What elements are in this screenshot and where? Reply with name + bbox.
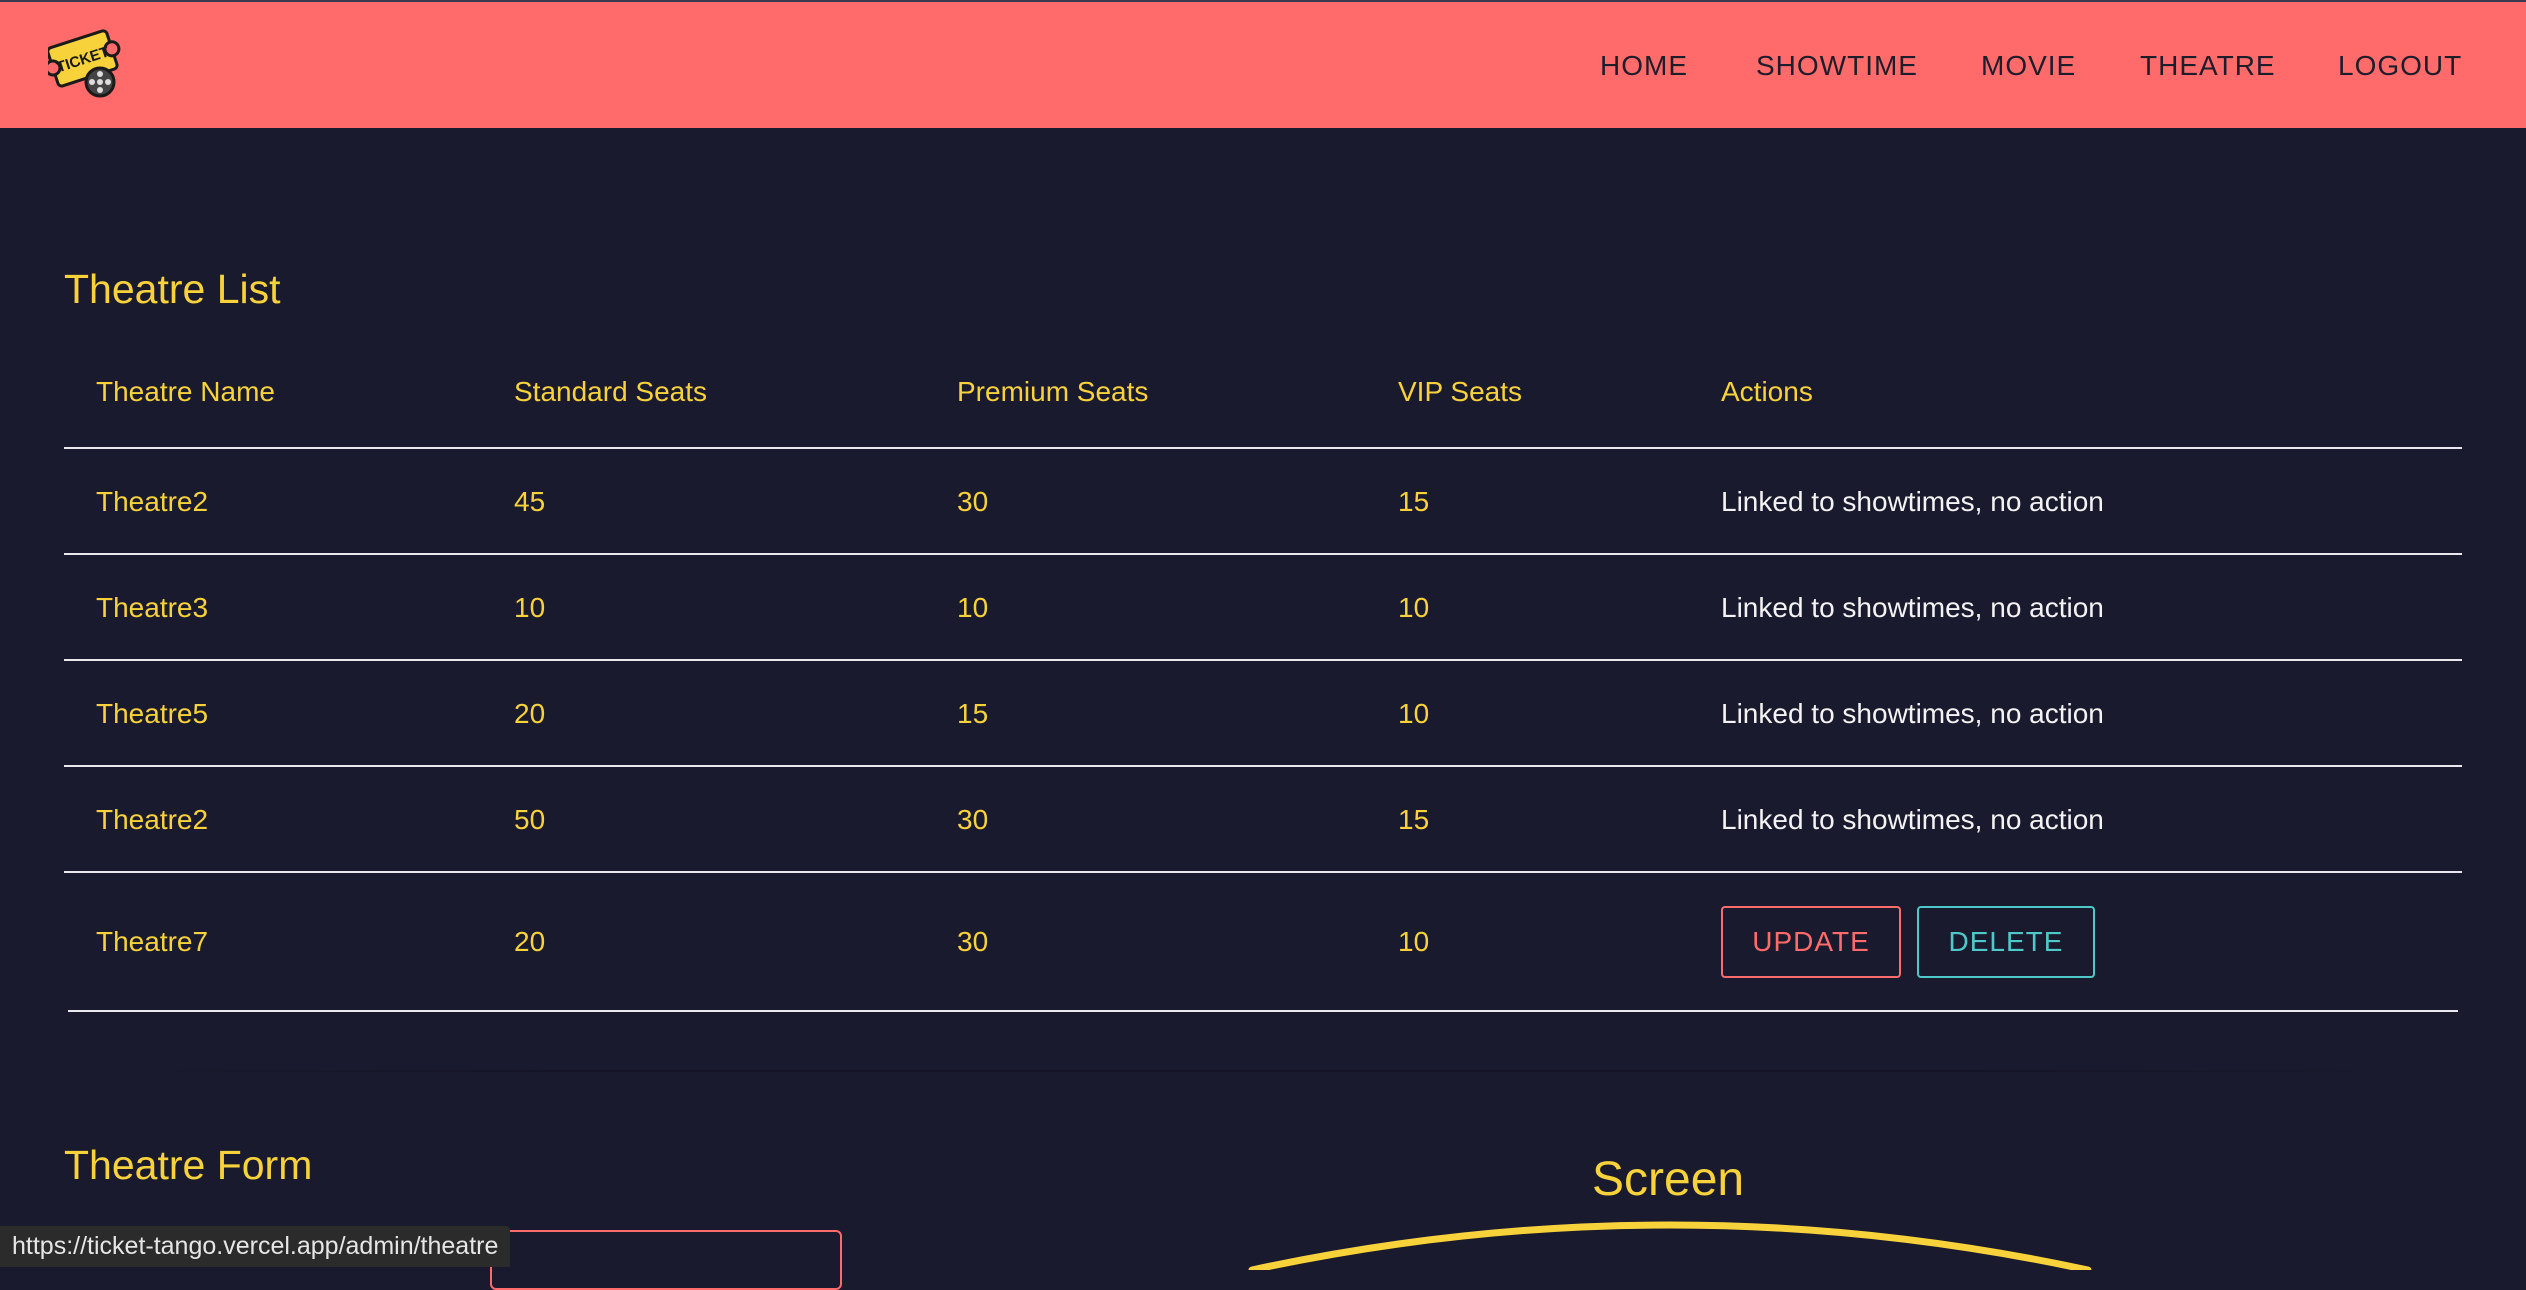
cell-vip-seats: 15 xyxy=(1398,486,1430,517)
cell-standard-seats: 20 xyxy=(514,698,546,729)
cell-vip-seats: 15 xyxy=(1398,804,1430,835)
cell-vip-seats: 10 xyxy=(1398,592,1430,623)
cell-premium-seats: 30 xyxy=(957,486,989,517)
cell-theatre-name: Theatre2 xyxy=(96,486,209,517)
delete-button[interactable]: DELETE xyxy=(1917,906,2095,978)
cell-standard-seats: 20 xyxy=(514,926,546,957)
cell-theatre-name: Theatre7 xyxy=(96,926,209,957)
cell-premium-seats: 15 xyxy=(957,698,989,729)
table-divider xyxy=(64,659,2462,661)
cell-premium-seats: 30 xyxy=(957,804,989,835)
table-divider xyxy=(64,871,2462,873)
cell-vip-seats: 10 xyxy=(1398,926,1430,957)
status-bar-url: https://ticket-tango.vercel.app/admin/th… xyxy=(0,1226,511,1267)
screen-label: Screen xyxy=(1592,1153,1745,1206)
cell-premium-seats: 10 xyxy=(957,592,989,623)
theatre-form-title: Theatre Form xyxy=(64,1142,313,1188)
table-divider xyxy=(64,447,2462,449)
ticket-logo-icon[interactable]: TICKET xyxy=(48,24,122,102)
cell-theatre-name: Theatre3 xyxy=(96,592,209,623)
nav-logout-link[interactable]: LOGOUT xyxy=(2338,50,2462,82)
cell-action-note: Linked to showtimes, no action xyxy=(1721,592,2104,623)
top-navbar: TICKET HOME SHOWTIME MOVIE THEATRE LOGOU… xyxy=(0,0,2526,128)
cell-action-note: Linked to showtimes, no action xyxy=(1721,698,2104,729)
column-header-vip-seats: VIP Seats xyxy=(1398,376,1523,407)
column-header-actions: Actions xyxy=(1721,376,1813,407)
cell-standard-seats: 10 xyxy=(514,592,546,623)
table-divider xyxy=(64,765,2462,767)
cell-standard-seats: 50 xyxy=(514,804,546,835)
cell-action-note: Linked to showtimes, no action xyxy=(1721,804,2104,835)
cell-vip-seats: 10 xyxy=(1398,698,1430,729)
nav-home-link[interactable]: HOME xyxy=(1600,50,1688,82)
column-header-standard-seats: Standard Seats xyxy=(514,376,708,407)
cell-theatre-name: Theatre5 xyxy=(96,698,209,729)
column-header-theatre-name: Theatre Name xyxy=(96,376,275,407)
cell-standard-seats: 45 xyxy=(514,486,546,517)
theatre-name-input[interactable] xyxy=(490,1230,842,1290)
nav-showtime-link[interactable]: SHOWTIME xyxy=(1756,50,1918,82)
cell-action-note: Linked to showtimes, no action xyxy=(1721,486,2104,517)
section-divider xyxy=(128,1070,2398,1072)
cell-theatre-name: Theatre2 xyxy=(96,804,209,835)
update-button[interactable]: UPDATE xyxy=(1721,906,1901,978)
screen-curve xyxy=(1248,1221,2092,1270)
nav-movie-link[interactable]: MOVIE xyxy=(1981,50,2076,82)
column-header-premium-seats: Premium Seats xyxy=(957,376,1149,407)
table-divider xyxy=(68,1010,2458,1012)
theatre-list-title: Theatre List xyxy=(64,266,281,312)
nav-theatre-link[interactable]: THEATRE xyxy=(2140,50,2276,82)
table-divider xyxy=(64,553,2462,555)
cell-premium-seats: 30 xyxy=(957,926,989,957)
